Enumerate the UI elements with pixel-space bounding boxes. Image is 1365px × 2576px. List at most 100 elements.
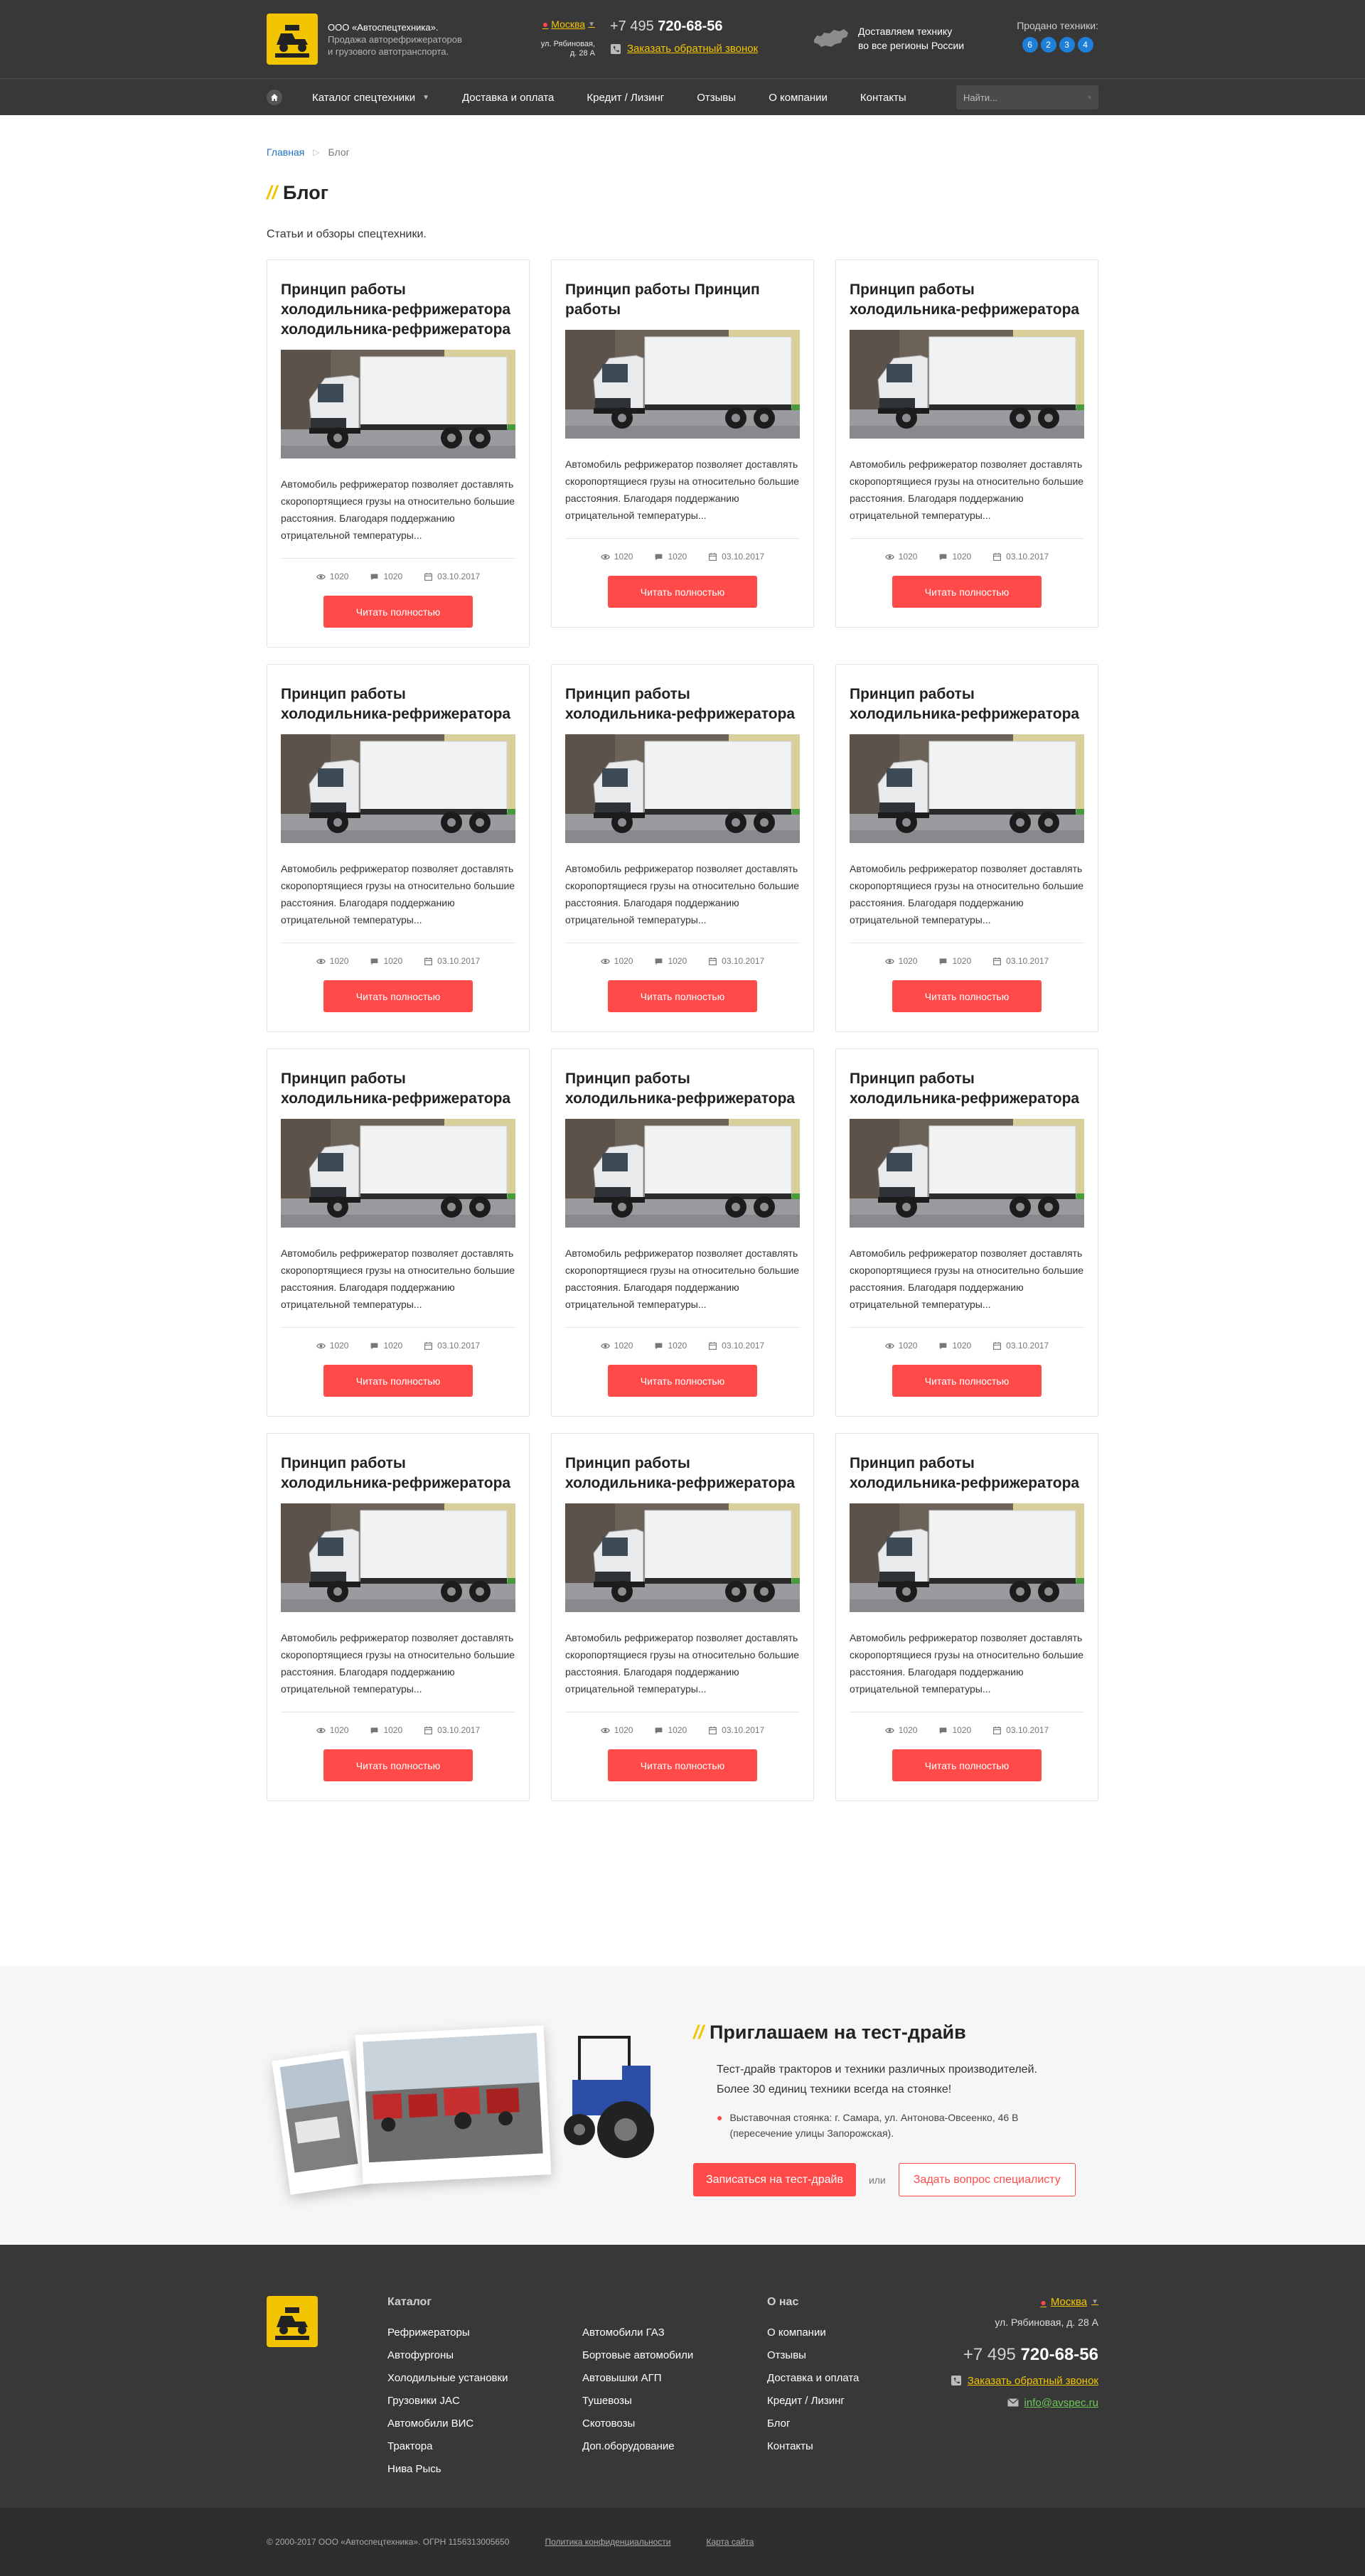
footer-link[interactable]: Автомобили ГАЗ [582, 2322, 693, 2344]
card-image[interactable] [850, 1503, 1084, 1612]
card-image[interactable] [565, 1119, 800, 1228]
card-title[interactable]: Принцип работы холодильника-рефрижератор… [565, 1454, 800, 1493]
card-title[interactable]: Принцип работы холодильника-рефрижератор… [565, 685, 800, 724]
footer-link[interactable]: Холодильные установки [387, 2367, 508, 2390]
footer-link[interactable]: Доставка и оплата [767, 2367, 859, 2390]
copyright: © 2000-2017 ООО «Автоспецтехника». ОГРН … [267, 2537, 510, 2547]
site-footer: Каталог Рефрижераторы Автофургоны Холодиль… [0, 2245, 1365, 2508]
footer-link[interactable]: Отзывы [767, 2344, 859, 2367]
company-desc: Продажа авторефрижераторов [328, 34, 462, 45]
calendar-icon [708, 957, 717, 966]
card-image[interactable] [565, 330, 800, 439]
comment-icon [938, 957, 948, 966]
card-image[interactable] [281, 1119, 515, 1228]
post-date: 03.10.2017 [424, 1341, 480, 1351]
nav-item-catalog[interactable]: Каталог спецтехники ▼ [312, 92, 429, 104]
footer-link[interactable]: Нива Рысь [387, 2458, 508, 2481]
read-more-button[interactable]: Читать полностью [608, 980, 757, 1012]
footer-link[interactable]: Доп.оборудование [582, 2435, 693, 2458]
city-block: ● Москва ▼ ул. Рябиновая, д. 28 А [524, 18, 595, 58]
card-image[interactable] [281, 734, 515, 843]
footer-email-link[interactable]: info@avspec.ru [1024, 2397, 1098, 2409]
footer-callback-link[interactable]: Заказать обратный звонок [968, 2375, 1098, 2387]
search-icon[interactable] [1088, 92, 1091, 103]
card-title[interactable]: Принцип работы холодильника-рефрижератор… [281, 1454, 515, 1493]
card-image[interactable] [281, 1503, 515, 1612]
nav-item-delivery[interactable]: Доставка и оплата [462, 92, 554, 104]
callback-link[interactable]: Заказать обратный звонок [627, 43, 758, 55]
views-count: 1020 [316, 956, 348, 966]
footer-link[interactable]: Блог [767, 2413, 859, 2435]
ask-specialist-button[interactable]: Задать вопрос специалисту [898, 2163, 1076, 2196]
footer-phone[interactable]: +7 495 720-68-56 [951, 2345, 1098, 2365]
read-more-button[interactable]: Читать полностью [892, 1749, 1042, 1781]
card-image[interactable] [850, 330, 1084, 439]
nav-item-credit[interactable]: Кредит / Лизинг [587, 92, 664, 104]
card-meta: 1020 1020 03.10.2017 [850, 552, 1084, 562]
card-title[interactable]: Принцип работы холодильника-рефрижератор… [850, 1454, 1084, 1493]
footer-spacer [582, 2296, 693, 2307]
site-logo[interactable] [267, 14, 318, 65]
card-title[interactable]: Принцип работы холодильника-рефрижератор… [281, 1069, 515, 1109]
breadcrumb-home[interactable]: Главная [267, 146, 304, 158]
card-image[interactable] [565, 734, 800, 843]
footer-logo[interactable] [267, 2296, 318, 2347]
footer-city-selector[interactable]: ● Москва ▼ [1040, 2296, 1098, 2308]
header-phone[interactable]: +7 495 720-68-56 [610, 18, 722, 35]
privacy-link[interactable]: Политика конфиденциальности [545, 2537, 670, 2547]
card-title[interactable]: Принцип работы холодильника-рефрижератор… [281, 280, 515, 340]
card-title[interactable]: Принцип работы холодильника-рефрижератор… [281, 685, 515, 724]
home-icon[interactable] [267, 90, 282, 105]
read-more-button[interactable]: Читать полностью [892, 980, 1042, 1012]
read-more-button[interactable]: Читать полностью [608, 576, 757, 608]
nav-item-contacts[interactable]: Контакты [860, 92, 906, 104]
views-value: 1020 [614, 1341, 633, 1351]
footer-link[interactable]: Трактора [387, 2435, 508, 2458]
city-selector[interactable]: ● Москва ▼ [542, 18, 595, 30]
card-divider [281, 1327, 515, 1328]
footer-link[interactable]: Тушевозы [582, 2390, 693, 2413]
read-more-button[interactable]: Читать полностью [323, 596, 473, 628]
nav-item-reviews[interactable]: Отзывы [697, 92, 736, 104]
footer-link[interactable]: Кредит / Лизинг [767, 2390, 859, 2413]
card-meta: 1020 1020 03.10.2017 [281, 1341, 515, 1351]
footer-link[interactable]: Автовышки АГП [582, 2367, 693, 2390]
card-meta: 1020 1020 03.10.2017 [850, 1725, 1084, 1735]
comments-count: 1020 [938, 956, 971, 966]
read-more-button[interactable]: Читать полностью [608, 1365, 757, 1397]
chevron-down-icon: ▼ [422, 93, 429, 102]
card-title[interactable]: Принцип работы холодильника-рефрижератор… [850, 685, 1084, 724]
card-title[interactable]: Принцип работы холодильника-рефрижератор… [850, 1069, 1084, 1109]
card-title[interactable]: Принцип работы холодильника-рефрижератор… [565, 1069, 800, 1109]
footer-link[interactable]: Рефрижераторы [387, 2322, 508, 2344]
card-image[interactable] [850, 734, 1084, 843]
read-more-button[interactable]: Читать полностью [608, 1749, 757, 1781]
read-more-button[interactable]: Читать полностью [323, 1749, 473, 1781]
read-more-button[interactable]: Читать полностью [323, 980, 473, 1012]
date-value: 03.10.2017 [1006, 552, 1049, 562]
comment-icon [654, 1341, 663, 1351]
footer-link[interactable]: О компании [767, 2322, 859, 2344]
search-input[interactable] [963, 92, 1088, 103]
footer-link[interactable]: Бортовые автомобили [582, 2344, 693, 2367]
read-more-button[interactable]: Читать полностью [323, 1365, 473, 1397]
card-title[interactable]: Принцип работы холодильника-рефрижератор… [850, 280, 1084, 320]
card-image[interactable] [850, 1119, 1084, 1228]
card-title[interactable]: Принцип работы Принцип работы [565, 280, 800, 320]
sitemap-link[interactable]: Карта сайта [706, 2537, 754, 2547]
card-excerpt: Автомобиль рефрижератор позволяет достав… [565, 1247, 800, 1310]
footer-catalog-col-2: Автомобили ГАЗ Бортовые автомобили Автовыш… [582, 2296, 693, 2458]
card-image[interactable] [565, 1503, 800, 1612]
read-more-button[interactable]: Читать полностью [892, 1365, 1042, 1397]
read-more-button[interactable]: Читать полностью [892, 576, 1042, 608]
footer-link[interactable]: Контакты [767, 2435, 859, 2458]
card-image[interactable] [281, 350, 515, 458]
nav-item-about[interactable]: О компании [769, 92, 828, 104]
calendar-icon [424, 957, 433, 966]
footer-link[interactable]: Автофургоны [387, 2344, 508, 2367]
footer-link[interactable]: Скотовозы [582, 2413, 693, 2435]
phone-number: 720-68-56 [1020, 2344, 1098, 2364]
signup-testdrive-button[interactable]: Записаться на тест-драйв [693, 2163, 856, 2196]
footer-link[interactable]: Грузовики JAC [387, 2390, 508, 2413]
footer-link[interactable]: Автомобили ВИС [387, 2413, 508, 2435]
